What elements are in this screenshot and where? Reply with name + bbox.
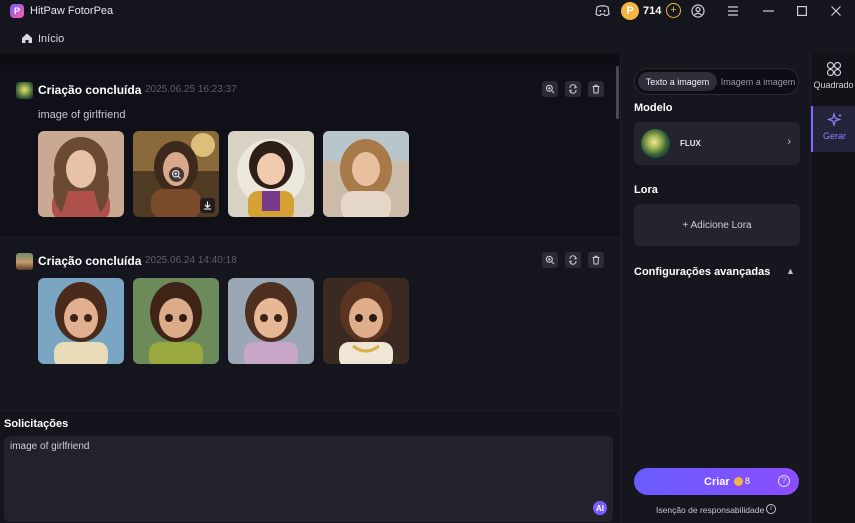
tab-image-to-image[interactable]: Imagem a imagem — [718, 72, 798, 91]
download-icon[interactable] — [200, 198, 215, 213]
ai-assist-button[interactable]: AI — [593, 501, 607, 515]
settings-panel: Texto a imagem Imagem a imagem Modelo FL… — [620, 53, 810, 523]
app-title: HitPaw FotorPea — [30, 5, 114, 17]
mode-tabs: Texto a imagem Imagem a imagem — [634, 68, 799, 95]
rail-item-quadrado[interactable]: Quadrado — [811, 57, 855, 103]
generated-image[interactable] — [133, 278, 219, 364]
add-coins-button[interactable]: + — [666, 3, 681, 18]
results-feed: Criação concluída 2025.06.25 16:23:37 im… — [0, 53, 620, 410]
tool-rail: Quadrado Gerar — [810, 53, 855, 523]
prompt-input[interactable]: image of girlfriend AI — [4, 436, 613, 522]
title-bar: P HitPaw FotorPea P 714 + — [0, 0, 855, 22]
home-link[interactable]: Início — [38, 33, 64, 45]
close-icon[interactable] — [828, 3, 844, 19]
rail-item-gerar[interactable]: Gerar — [811, 106, 855, 152]
card-timestamp: 2025.06.24 14:40:18 — [145, 255, 237, 266]
coin-icon — [734, 477, 743, 486]
advanced-settings-toggle[interactable]: Configurações avançadas — [634, 266, 770, 278]
breadcrumb: Início — [0, 22, 855, 53]
model-selector[interactable]: FLUX › — [634, 122, 800, 165]
rail-label: Quadrado — [813, 80, 854, 90]
minimize-icon[interactable] — [760, 3, 776, 19]
home-icon[interactable] — [21, 32, 33, 44]
model-heading: Modelo — [634, 102, 673, 114]
prompt-text[interactable]: image of girlfriend — [10, 441, 89, 452]
grid-icon — [826, 61, 841, 77]
rail-label: Gerar — [822, 131, 846, 141]
coin-icon: P — [621, 2, 639, 20]
create-label: Criar — [704, 476, 730, 488]
maximize-icon[interactable] — [794, 3, 810, 19]
card-title: Criação concluída — [38, 83, 142, 97]
chevron-right-icon: › — [787, 136, 791, 148]
result-card: Criação concluída 2025.06.25 16:23:37 im… — [0, 65, 620, 235]
create-button[interactable]: Criar 8 ? — [634, 468, 799, 495]
model-thumbnail — [641, 129, 670, 158]
feed-scrollbar[interactable] — [616, 66, 619, 119]
prompt-heading: Solicitações — [4, 418, 69, 430]
info-icon[interactable]: i — [766, 504, 776, 514]
model-name: FLUX — [680, 139, 701, 148]
delete-icon[interactable] — [588, 81, 604, 97]
generated-image[interactable] — [38, 131, 124, 217]
zoom-overlay-icon[interactable] — [169, 167, 184, 182]
zoom-in-icon[interactable] — [542, 252, 558, 268]
tab-text-to-image[interactable]: Texto a imagem — [638, 72, 717, 91]
regenerate-icon[interactable] — [565, 252, 581, 268]
generated-image[interactable] — [323, 278, 409, 364]
discord-icon[interactable] — [594, 3, 610, 19]
create-cost: 8 — [745, 476, 751, 486]
disclaimer-link[interactable]: Isenção de responsabilidade — [656, 505, 764, 515]
zoom-in-icon[interactable] — [542, 81, 558, 97]
generated-image[interactable] — [228, 278, 314, 364]
card-thumbnail-icon — [16, 82, 33, 99]
app-logo: P — [10, 4, 24, 18]
account-icon[interactable] — [690, 3, 706, 19]
generated-image[interactable] — [228, 131, 314, 217]
result-card: Criação concluída 2025.06.24 14:40:18 — [0, 236, 620, 410]
coin-balance: 714 — [643, 5, 662, 17]
card-title: Criação concluída — [38, 254, 142, 268]
menu-icon[interactable] — [725, 3, 741, 19]
card-timestamp: 2025.06.25 16:23:37 — [145, 84, 237, 95]
card-prompt: image of girlfriend — [38, 109, 126, 121]
card-thumbnail-icon — [16, 253, 33, 270]
chevron-up-icon[interactable]: ▲ — [786, 266, 795, 276]
add-lora-button[interactable]: + Adicione Lora — [634, 204, 800, 246]
delete-icon[interactable] — [588, 252, 604, 268]
regenerate-icon[interactable] — [565, 81, 581, 97]
sparkle-icon — [826, 112, 842, 128]
generated-image[interactable] — [133, 131, 219, 217]
help-icon[interactable]: ? — [778, 475, 790, 487]
lora-heading: Lora — [634, 184, 658, 196]
generated-image[interactable] — [38, 278, 124, 364]
generated-image[interactable] — [323, 131, 409, 217]
prompt-panel: Solicitações image of girlfriend AI — [0, 410, 620, 523]
